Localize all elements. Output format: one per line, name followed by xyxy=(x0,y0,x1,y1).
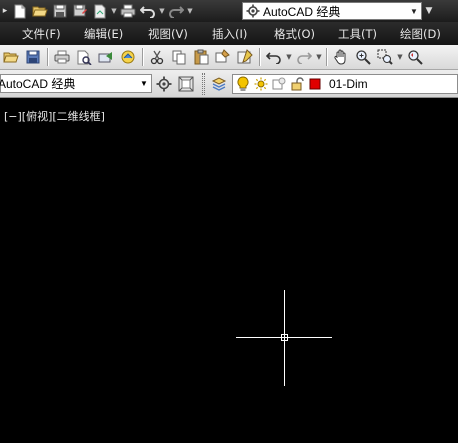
layer-dropdown[interactable]: 01-Dim xyxy=(232,74,458,94)
print-icon[interactable] xyxy=(52,47,72,67)
undo-icon[interactable] xyxy=(264,47,284,67)
menu-edit[interactable]: 编辑(E) xyxy=(84,26,123,42)
menu-file[interactable]: 文件(F) xyxy=(22,26,61,42)
zoom-window-icon[interactable] xyxy=(375,47,395,67)
redo-icon[interactable] xyxy=(167,2,185,20)
toolbar-separator xyxy=(142,48,143,66)
chevron-down-icon: ▼ xyxy=(410,6,418,16)
gear-icon xyxy=(245,3,261,19)
publish-icon[interactable] xyxy=(96,47,116,67)
application-menu-stub[interactable]: ▸ xyxy=(0,0,10,22)
save-icon[interactable] xyxy=(51,2,69,20)
current-layer-name: 01-Dim xyxy=(329,77,368,91)
clean-screen-icon[interactable] xyxy=(176,74,196,94)
workspace-settings-icon[interactable] xyxy=(154,74,174,94)
toolbar-grip[interactable] xyxy=(202,73,205,95)
chevron-down-icon[interactable]: ▼ xyxy=(315,53,323,61)
zoom-realtime-icon[interactable] xyxy=(353,47,373,67)
workspace-name: AutoCAD 经典 xyxy=(263,4,341,19)
chevron-down-icon: ▼ xyxy=(140,79,148,88)
toolbar-separator xyxy=(259,48,260,66)
workspace-layer-toolbar: AutoCAD 经典 ▼ 01-Dim xyxy=(0,70,458,98)
menu-view[interactable]: 视图(V) xyxy=(148,26,188,42)
plot-preview-icon[interactable] xyxy=(91,2,109,20)
plot-preview-icon[interactable] xyxy=(74,47,94,67)
drawing-canvas[interactable]: [−][俯视][二维线框] xyxy=(0,99,458,443)
zoom-previous-icon[interactable] xyxy=(405,47,425,67)
match-properties-icon[interactable] xyxy=(213,47,233,67)
customize-quick-access-icon[interactable]: ▼ xyxy=(424,3,434,19)
layer-properties-icon[interactable] xyxy=(209,74,229,94)
cut-icon[interactable] xyxy=(147,47,167,67)
toolbar-separator xyxy=(47,48,48,66)
menu-insert[interactable]: 插入(I) xyxy=(212,26,247,42)
toolbar-separator xyxy=(326,48,327,66)
sun-icon xyxy=(253,76,269,92)
chevron-down-icon[interactable]: ▼ xyxy=(186,2,194,20)
menu-format[interactable]: 格式(O) xyxy=(274,26,315,42)
workspace-switcher[interactable]: AutoCAD 经典 ▼ xyxy=(242,2,422,20)
save-as-icon[interactable] xyxy=(71,2,89,20)
open-icon[interactable] xyxy=(31,2,49,20)
chevron-down-icon[interactable]: ▼ xyxy=(158,2,166,20)
print-icon[interactable] xyxy=(119,2,137,20)
chevron-down-icon[interactable]: ▼ xyxy=(285,53,293,61)
viewport-controls-label[interactable]: [−][俯视][二维线框] xyxy=(4,108,105,124)
viewport-freeze-icon xyxy=(271,76,287,92)
chevron-down-icon[interactable]: ▼ xyxy=(396,53,404,61)
menu-draw[interactable]: 绘图(D) xyxy=(400,26,441,42)
lightbulb-icon xyxy=(235,76,251,92)
save-icon[interactable] xyxy=(23,47,43,67)
menu-bar: 文件(F) 编辑(E) 视图(V) 插入(I) 格式(O) 工具(T) 绘图(D… xyxy=(0,22,458,45)
chevron-down-icon[interactable]: ▼ xyxy=(110,2,118,20)
undo-icon[interactable] xyxy=(139,2,157,20)
standard-toolbar: ▼ ▼ ▼ xyxy=(0,45,458,70)
3d-print-icon[interactable] xyxy=(118,47,138,67)
workspace-dropdown[interactable]: AutoCAD 经典 ▼ xyxy=(0,74,152,93)
layer-color-swatch xyxy=(307,76,323,92)
new-icon[interactable] xyxy=(11,2,29,20)
menu-tools[interactable]: 工具(T) xyxy=(338,26,377,42)
unlock-icon xyxy=(289,76,305,92)
block-editor-icon[interactable] xyxy=(235,47,255,67)
copy-icon[interactable] xyxy=(169,47,189,67)
workspace-dropdown-value: AutoCAD 经典 xyxy=(0,77,76,91)
open-icon[interactable] xyxy=(1,47,21,67)
pan-icon[interactable] xyxy=(331,47,351,67)
cursor-pickbox xyxy=(281,334,288,341)
redo-icon[interactable] xyxy=(294,47,314,67)
paste-icon[interactable] xyxy=(191,47,211,67)
